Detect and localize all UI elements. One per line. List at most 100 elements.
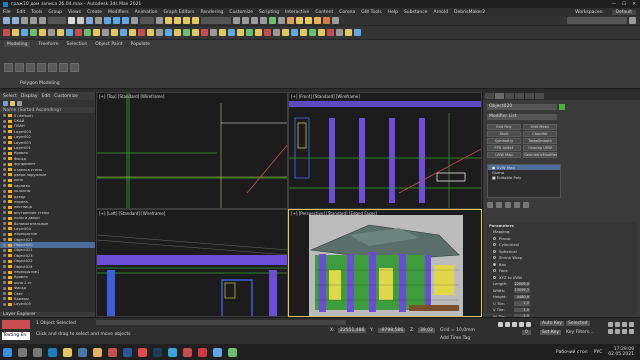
- visibility-eye-icon[interactable]: [3, 178, 6, 182]
- spinner-snap-icon[interactable]: [192, 17, 199, 24]
- dimension-spinner[interactable]: 4480,9: [514, 294, 530, 299]
- visibility-eye-icon[interactable]: [3, 200, 6, 204]
- telegram-icon[interactable]: [168, 347, 177, 357]
- auto-key-button[interactable]: Auto Key: [540, 321, 565, 326]
- se-tab-customize[interactable]: Customize: [54, 94, 78, 99]
- search-icon[interactable]: [18, 347, 27, 357]
- close-button[interactable]: ✕: [632, 2, 636, 7]
- dimension-spinner[interactable]: 22009,0: [514, 281, 530, 286]
- visibility-eye-icon[interactable]: [3, 130, 6, 134]
- visibility-eye-icon[interactable]: [3, 259, 6, 263]
- plugin-icon-28[interactable]: [246, 29, 253, 36]
- render-icon[interactable]: [314, 17, 321, 24]
- zoom-extents-icon[interactable]: [622, 322, 627, 327]
- modifier-list-dropdown[interactable]: Modifier List: [487, 114, 557, 120]
- show-end-result-icon[interactable]: [496, 202, 502, 208]
- autocad-icon[interactable]: [183, 347, 192, 357]
- dimension-spinner[interactable]: 1,0: [514, 307, 530, 312]
- se-tab-edit[interactable]: Edit: [41, 94, 50, 99]
- desktop-label[interactable]: Рабочий стол: [556, 350, 588, 355]
- ribbon-btn-3[interactable]: [26, 62, 35, 72]
- mapping-radio[interactable]: [493, 243, 496, 247]
- schematic-view-icon[interactable]: [278, 17, 285, 24]
- menu-modifiers[interactable]: Modifiers: [108, 10, 129, 15]
- word-icon[interactable]: [123, 347, 132, 357]
- current-frame-field[interactable]: 0: [522, 330, 531, 335]
- display-tab-icon[interactable]: [525, 93, 534, 99]
- rect-selection-icon[interactable]: [86, 17, 93, 24]
- maxscript-listener[interactable]: [2, 320, 30, 329]
- acrobat-icon[interactable]: [108, 347, 117, 357]
- plugin-icon-11[interactable]: [93, 29, 100, 36]
- mod-btn-turbosmooth[interactable]: TurboSmooth: [523, 138, 557, 144]
- ribbon-tab-populate[interactable]: Populate: [131, 42, 151, 47]
- key-filters-button[interactable]: Key Filters...: [566, 330, 593, 335]
- se-find-icon[interactable]: [17, 101, 22, 106]
- move-icon[interactable]: [104, 17, 111, 24]
- maximize-button[interactable]: ☐: [622, 2, 626, 7]
- vk-icon[interactable]: [78, 347, 87, 357]
- plugin-icon-35[interactable]: [309, 29, 316, 36]
- explorer-icon[interactable]: [93, 347, 102, 357]
- task-view-icon[interactable]: [33, 347, 42, 357]
- visibility-eye-icon[interactable]: [3, 297, 6, 301]
- viewport-top-label[interactable]: [+] [Top] [Standard] [Wireframe]: [99, 94, 164, 99]
- unlink-icon[interactable]: [30, 17, 37, 24]
- se-tab-display[interactable]: Display: [21, 94, 38, 99]
- menu-file[interactable]: File: [3, 10, 11, 15]
- pan-icon[interactable]: [615, 329, 620, 334]
- plugin-icon-5[interactable]: [39, 29, 46, 36]
- plugin-icon-1[interactable]: [3, 29, 10, 36]
- plugin-icon-20[interactable]: [174, 29, 181, 36]
- plugin-icon-9[interactable]: [75, 29, 82, 36]
- prev-frame-icon[interactable]: [505, 322, 510, 327]
- scene-explorer-icon[interactable]: [260, 17, 267, 24]
- material-editor-icon[interactable]: [287, 17, 294, 24]
- render-frame-icon[interactable]: [305, 17, 312, 24]
- 3dsmax-taskbar-icon[interactable]: [48, 347, 57, 357]
- play-icon[interactable]: [512, 322, 517, 327]
- visibility-eye-icon[interactable]: [3, 173, 6, 177]
- visibility-eye-icon[interactable]: [3, 254, 6, 258]
- viewport-persp-label[interactable]: [+] [Perspective] [Standard] [Edged Face…: [291, 211, 377, 216]
- plugin-icon-8[interactable]: [66, 29, 73, 36]
- ribbon-tab-freeform[interactable]: Freeform: [38, 42, 58, 47]
- mapping-radio[interactable]: [493, 269, 496, 273]
- plugin-icon-34[interactable]: [300, 29, 307, 36]
- object-name-field[interactable]: Object020: [487, 104, 557, 110]
- plugin-icon-32[interactable]: [282, 29, 289, 36]
- pivot-icon[interactable]: [156, 17, 163, 24]
- angle-snap-icon[interactable]: [174, 17, 181, 24]
- chrome-icon[interactable]: [63, 347, 72, 357]
- workspaces-dropdown[interactable]: Default: [611, 9, 636, 15]
- viewport-top[interactable]: [+] [Top] [Standard] [Wireframe]: [96, 92, 288, 209]
- visibility-eye-icon[interactable]: [3, 162, 6, 166]
- scale-icon[interactable]: [122, 17, 129, 24]
- plugin-icon-14[interactable]: [120, 29, 127, 36]
- plugin-icon-13[interactable]: [111, 29, 118, 36]
- zoom-icon[interactable]: [608, 322, 613, 327]
- visibility-eye-icon[interactable]: [3, 227, 6, 231]
- menu-animation[interactable]: Animation: [135, 10, 158, 15]
- maximize-viewport-icon[interactable]: [629, 329, 634, 334]
- visibility-eye-icon[interactable]: [3, 184, 6, 188]
- menu-edit[interactable]: Edit: [17, 10, 26, 15]
- plugin-icon-26[interactable]: [228, 29, 235, 36]
- place-icon[interactable]: [131, 17, 138, 24]
- fov-icon[interactable]: [608, 329, 613, 334]
- visibility-eye-icon[interactable]: [3, 302, 6, 306]
- plugin-icon-6[interactable]: [48, 29, 55, 36]
- visibility-eye-icon[interactable]: [3, 232, 6, 236]
- mod-btn-symmetry[interactable]: Symmetry: [487, 138, 521, 144]
- selection-filter-dropdown[interactable]: [48, 17, 66, 24]
- corona-render-icon[interactable]: [323, 17, 330, 24]
- visibility-eye-icon[interactable]: [3, 248, 6, 252]
- select-by-name-icon[interactable]: [77, 17, 84, 24]
- ribbon-btn-5[interactable]: [48, 62, 57, 72]
- visibility-eye-icon[interactable]: [3, 146, 6, 150]
- plugin-icon-36[interactable]: [318, 29, 325, 36]
- orbit-icon[interactable]: [622, 329, 627, 334]
- ribbon-tab-object-paint[interactable]: Object Paint: [95, 42, 122, 47]
- visibility-eye-icon[interactable]: [3, 124, 6, 128]
- plugin-icon-30[interactable]: [264, 29, 271, 36]
